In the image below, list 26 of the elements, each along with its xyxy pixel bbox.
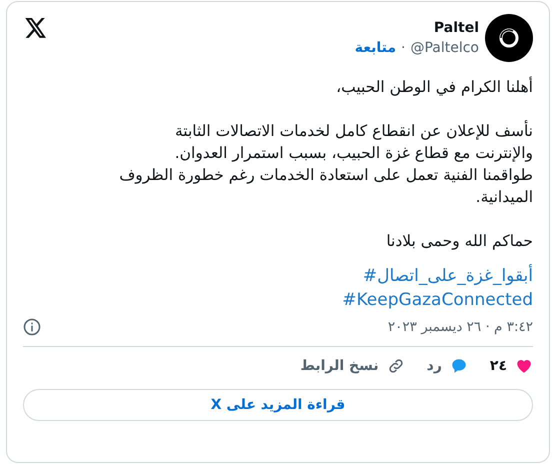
- author-name[interactable]: Paltel: [434, 20, 479, 36]
- separator-dot: ·: [401, 40, 406, 56]
- tweet-text-line: الميدانية.: [476, 187, 533, 208]
- reply-action[interactable]: رد: [426, 357, 468, 375]
- like-action[interactable]: ٢٤: [490, 357, 533, 375]
- tweet-text-line: طواقمنا الفنية تعمل على استعادة الخدمات رغم خطورة الظروف: [119, 165, 533, 186]
- action-label: رد: [426, 358, 442, 374]
- action-label: نسخ الرابط: [300, 358, 379, 374]
- info-icon[interactable]: [23, 318, 41, 336]
- tweet-text-line: والإنترنت مع قطاع غزة الحبيب، بسبب استمرار العدوان.: [174, 143, 533, 164]
- tweet-text-line: أهلنا الكرام في الوطن الحبيب،: [336, 76, 533, 98]
- copy-action[interactable]: نسخ الرابط: [300, 357, 405, 375]
- x-logo-icon[interactable]: [25, 18, 47, 38]
- heart-icon: [515, 357, 533, 375]
- hashtag-link[interactable]: #أبقوا_غزة_على_اتصال: [362, 264, 533, 288]
- tweet-text-line: حماكم الله وحمى بلادنا: [386, 231, 533, 252]
- action-label: ٢٤: [490, 358, 507, 374]
- avatar-icon[interactable]: [485, 14, 533, 62]
- follow-link[interactable]: متابعة: [354, 40, 396, 56]
- speech-bubble-icon: [450, 357, 468, 375]
- link-icon: [386, 357, 405, 375]
- timestamp[interactable]: ٣:٤٢ م · ٢٦ ديسمبر ٢٠٢٣: [388, 319, 533, 335]
- tweet-text-line: نأسف للإعلان عن انقطاع كامل لخدمات الاتصالات الثابتة: [174, 120, 533, 142]
- hashtag-link[interactable]: #KeepGazaConnected: [342, 288, 533, 312]
- author-handle[interactable]: @Paltelco: [410, 40, 479, 56]
- read-more-button[interactable]: قراءة المزيد على X: [23, 389, 533, 421]
